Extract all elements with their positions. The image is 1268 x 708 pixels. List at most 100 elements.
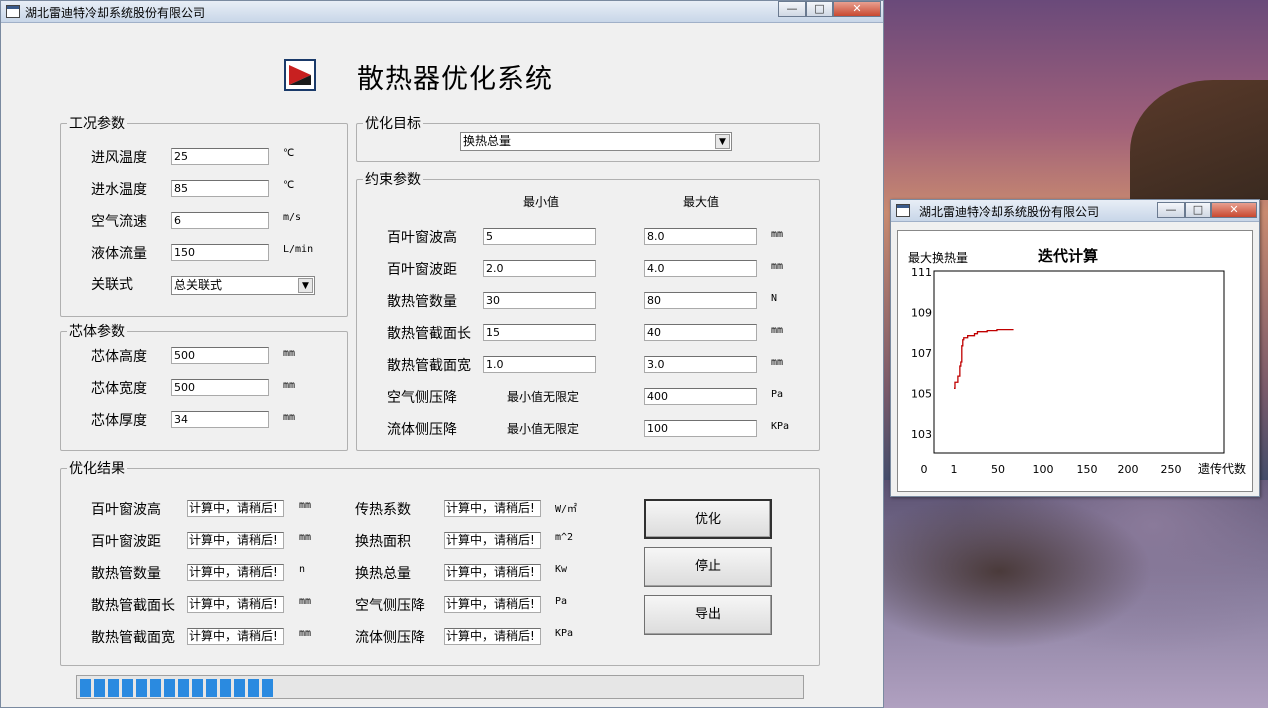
core-input[interactable]: 34 [171,411,269,428]
x-tick-label: 100 [1033,463,1054,476]
condition-unit: ℃ [283,180,295,191]
constraint-label: 空气侧压降 [387,390,457,406]
result-unit: n [299,564,306,575]
result-label: 换热总量 [355,566,411,582]
objective-select[interactable]: 换热总量 ▼ [460,132,732,151]
main-window-title: 湖北雷迪特冷却系统股份有限公司 [25,6,206,20]
constraint-max-input[interactable]: 4.0 [644,260,757,277]
constraint-unit: mm [771,325,784,336]
maximize-button[interactable]: □ [806,1,833,17]
dropdown-arrow-icon[interactable]: ▼ [715,134,730,149]
condition-input[interactable]: 6 [171,212,269,229]
progress-segment [136,679,147,697]
progress-segment [248,679,259,697]
assoc-select[interactable]: 总关联式 ▼ [171,276,315,295]
result-label: 流体侧压降 [355,630,425,646]
constraint-unit: Pa [771,389,784,400]
app-title: 散热器优化系统 [357,64,553,95]
chart-close-button[interactable]: ✕ [1211,202,1257,218]
progress-segment [164,679,175,697]
result-unit: m^2 [555,532,574,543]
min-header: 最小值 [523,195,560,209]
constraint-label: 散热管截面宽 [387,358,471,374]
core-input[interactable]: 500 [171,347,269,364]
constraint-unit: mm [771,261,784,272]
constraint-min-input[interactable]: 30 [483,292,596,309]
constraint-min-text: 最小值无限定 [507,422,580,436]
core-label: 芯体高度 [91,349,147,365]
core-unit: mm [283,348,296,359]
core-unit: mm [283,380,296,391]
chart-titlebar[interactable]: 湖北雷迪特冷却系统股份有限公司 — □ ✕ [891,200,1259,222]
result-unit: Pa [555,596,568,607]
constraint-max-input[interactable]: 80 [644,292,757,309]
constraint-unit: KPa [771,421,790,432]
constraint-max-input[interactable]: 100 [644,420,757,437]
constraint-unit: mm [771,357,784,368]
constraint-min-input[interactable]: 1.0 [483,356,596,373]
chart-minimize-button[interactable]: — [1157,202,1185,218]
result-label: 换热面积 [355,534,411,550]
y-tick-label: 111 [911,266,932,279]
result-unit: Kw [555,564,568,575]
progress-segment [192,679,203,697]
constraint-min-input[interactable]: 5 [483,228,596,245]
constraint-min-input[interactable]: 2.0 [483,260,596,277]
progress-segment [234,679,245,697]
y-axis-label: 最大换热量 [908,251,968,265]
x-tick-label: 150 [1077,463,1098,476]
background-sea [884,480,1268,708]
stop-button[interactable]: 停止 [644,547,772,587]
window-app-icon [6,5,20,18]
constraint-max-input[interactable]: 8.0 [644,228,757,245]
progress-segment [80,679,91,697]
result-unit: KPa [555,628,574,639]
main-titlebar[interactable]: 湖北雷迪特冷却系统股份有限公司 — □ ✕ [1,1,883,23]
chart-title: 迭代计算 [1038,247,1098,265]
progress-segment [178,679,189,697]
x-tick-label: 1 [951,463,958,476]
chart-client-area: 迭代计算 最大换热量 遗传代数 111 109 107 105 103 0 1 50 100 150 20… [897,230,1253,492]
condition-unit: m/s [283,212,302,223]
dropdown-arrow-icon[interactable]: ▼ [298,278,313,293]
core-group-legend: 芯体参数 [69,324,125,340]
result-output: 计算中，请稍后! [187,532,284,549]
assoc-select-value: 总关联式 [174,278,223,292]
result-group-legend: 优化结果 [69,461,125,477]
result-output: 计算中，请稍后! [187,500,284,517]
constraint-min-input[interactable]: 15 [483,324,596,341]
progress-bar [76,675,804,699]
constraint-max-input[interactable]: 400 [644,388,757,405]
condition-label: 进水温度 [91,182,147,198]
optimize-button[interactable]: 优化 [644,499,772,539]
constraint-max-input[interactable]: 3.0 [644,356,757,373]
constraint-max-input[interactable]: 40 [644,324,757,341]
y-tick-label: 105 [911,387,932,400]
core-input[interactable]: 500 [171,379,269,396]
export-button[interactable]: 导出 [644,595,772,635]
result-label: 散热管截面宽 [91,630,175,646]
condition-group-legend: 工况参数 [69,116,125,132]
y-tick-label: 107 [911,347,932,360]
close-button[interactable]: ✕ [833,1,881,17]
result-output: 计算中，请稍后! [187,596,284,613]
condition-input[interactable]: 150 [171,244,269,261]
y-tick-label: 103 [911,428,932,441]
result-label: 散热管截面长 [91,598,175,614]
condition-input[interactable]: 85 [171,180,269,197]
condition-input[interactable]: 25 [171,148,269,165]
result-output: 计算中，请稍后! [187,564,284,581]
max-header: 最大值 [683,195,720,209]
constraint-label: 百叶窗波距 [387,262,457,278]
progress-segment [108,679,119,697]
core-unit: mm [283,412,296,423]
chart-maximize-button[interactable]: □ [1185,202,1211,218]
x-axis-label: 遗传代数 [1198,461,1246,476]
constraint-label: 百叶窗波高 [387,230,457,246]
condition-unit: L/min [283,244,314,255]
progress-segment [220,679,231,697]
x-tick-label: 200 [1118,463,1139,476]
result-output: 计算中，请稍后! [444,564,541,581]
result-unit: W/㎡ [555,504,578,515]
minimize-button[interactable]: — [778,1,806,17]
